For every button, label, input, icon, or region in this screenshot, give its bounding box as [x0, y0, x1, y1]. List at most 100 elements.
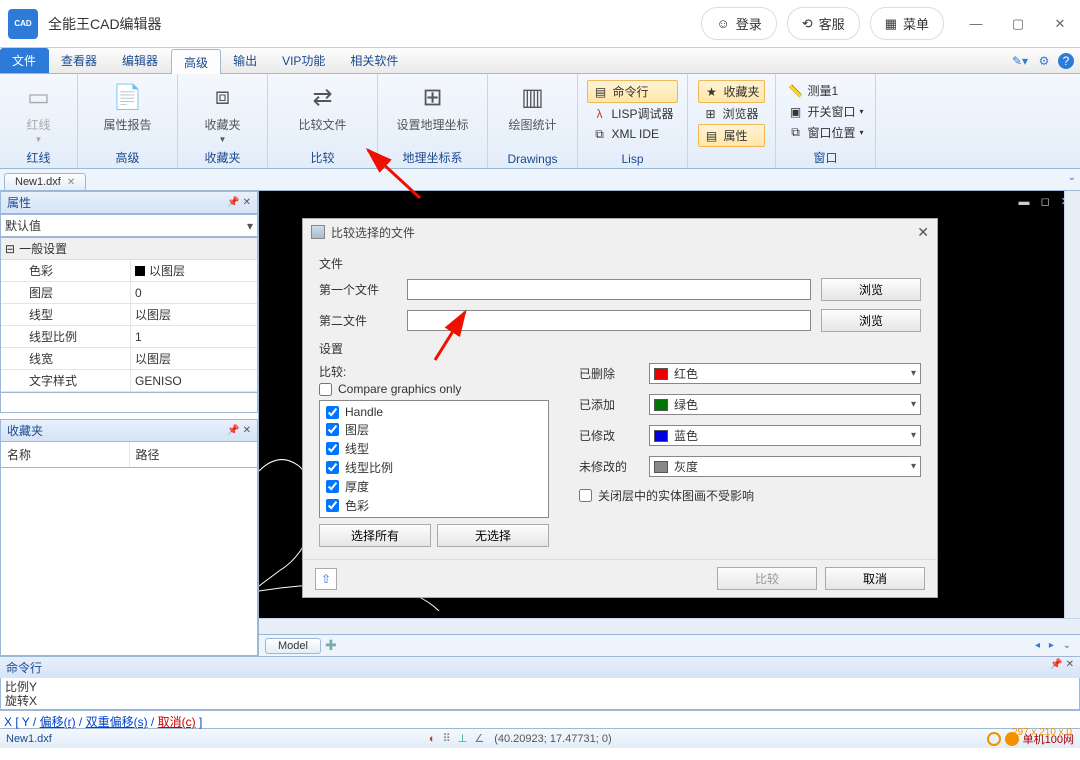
document-tab[interactable]: New1.dxf✕: [4, 173, 86, 190]
status-filename: New1.dxf: [6, 733, 52, 745]
props-icon: ▤: [703, 128, 719, 144]
close-button[interactable]: ✕: [1048, 16, 1072, 32]
chk-handle[interactable]: Handle: [326, 405, 542, 419]
prop-row-lineweight[interactable]: 线宽以图层: [1, 348, 257, 370]
help-icon[interactable]: ?: [1058, 53, 1074, 69]
add-layout-icon[interactable]: ✚: [325, 637, 337, 654]
model-tab[interactable]: Model: [265, 638, 321, 654]
prop-row-color[interactable]: 色彩以图层: [1, 260, 257, 282]
ribbon-window-pos[interactable]: ⧉窗口位置▾: [783, 122, 867, 143]
favorites-header: 收藏夹📌 ✕: [0, 419, 258, 442]
ribbon-geo-coords[interactable]: ⊞设置地理坐标: [395, 78, 471, 135]
command-input[interactable]: X [ Y / 偏移(r) / 双重偏移(s) / 取消(c) ]: [0, 710, 1080, 728]
ribbon-attr-report[interactable]: 📄属性报告: [90, 78, 166, 135]
ribbon-browser[interactable]: ⊞浏览器: [698, 103, 764, 124]
cancel-button[interactable]: 取消: [825, 567, 925, 590]
added-color-select[interactable]: 绿色▾: [649, 394, 921, 415]
ribbon-props[interactable]: ▤属性: [698, 124, 764, 147]
ribbon-draw-stats[interactable]: ▥绘图统计: [495, 78, 571, 135]
status-icons[interactable]: ◐ ⠿ ⊥ ∠: [427, 732, 486, 745]
prop-row-linescale[interactable]: 线型比例1: [1, 326, 257, 348]
modified-color-select[interactable]: 蓝色▾: [649, 425, 921, 446]
file2-input[interactable]: [407, 310, 811, 331]
prop-group[interactable]: ⊟一般设置: [1, 238, 257, 260]
support-button[interactable]: ⟲客服: [787, 7, 860, 40]
ribbon-group-label: 红线: [2, 147, 75, 168]
compare-graphics-checkbox[interactable]: Compare graphics only: [319, 382, 549, 396]
dialog-close-icon[interactable]: ✕: [917, 224, 929, 241]
chk-linetype[interactable]: 线型: [326, 440, 542, 457]
menu-advanced[interactable]: 高级: [171, 49, 221, 74]
chk-lineweight[interactable]: 线宽: [326, 516, 542, 518]
maximize-button[interactable]: ▢: [1006, 16, 1030, 32]
dialog-icon: [311, 225, 325, 239]
ribbon-group-label: 收藏夹: [180, 147, 265, 168]
collapse-icon: ⊟: [5, 242, 15, 256]
ribbon-group-label: [690, 164, 773, 168]
login-button[interactable]: ☺登录: [701, 7, 776, 40]
prop-row-layer[interactable]: 图层0: [1, 282, 257, 304]
compare-button[interactable]: 比较: [717, 567, 817, 590]
pin-icon[interactable]: 📌 ✕: [227, 197, 251, 208]
menu-viewer[interactable]: 查看器: [49, 48, 110, 73]
window-icon: ▣: [787, 104, 803, 120]
ribbon-xml-ide[interactable]: ⧉XML IDE: [587, 124, 677, 144]
ribbon-compare-files[interactable]: ⇄比较文件: [285, 78, 361, 135]
select-none-button[interactable]: 无选择: [437, 524, 549, 547]
deleted-color-select[interactable]: 红色▾: [649, 363, 921, 384]
fav-col-name[interactable]: 名称: [1, 442, 130, 467]
deleted-label: 已删除: [579, 365, 639, 382]
scrollbar-horizontal[interactable]: [259, 618, 1080, 634]
ribbon-measure[interactable]: 📏测量1: [783, 80, 867, 101]
user-icon: ☺: [716, 16, 729, 31]
status-bar: New1.dxf ◐ ⠿ ⊥ ∠ (40.20923; 17.47731; 0)…: [0, 728, 1080, 748]
compare-fields-list[interactable]: Handle 图层 线型 线型比例 厚度 色彩 线宽: [319, 400, 549, 518]
prop-row-linetype[interactable]: 线型以图层: [1, 304, 257, 326]
menu-related[interactable]: 相关软件: [338, 48, 411, 73]
pin-icon[interactable]: 📌 ✕: [227, 425, 251, 436]
browse2-button[interactable]: 浏览: [821, 309, 921, 332]
chk-layer[interactable]: 图层: [326, 421, 542, 438]
ribbon-redline[interactable]: ▭红线▼: [1, 78, 77, 146]
favorites-body: [0, 468, 258, 656]
xml-icon: ⧉: [591, 126, 607, 142]
menu-button[interactable]: ▦菜单: [870, 7, 944, 40]
ribbon-toggle-window[interactable]: ▣开关窗口▾: [783, 101, 867, 122]
chevron-down-icon: ▾: [911, 399, 916, 410]
menu-file[interactable]: 文件: [0, 48, 49, 73]
ribbon-group-label: 高级: [80, 147, 175, 168]
minimize-button[interactable]: —: [964, 16, 988, 32]
tabs-chevron-icon[interactable]: ⌄: [1068, 172, 1076, 183]
properties-default-combo[interactable]: 默认值▾: [0, 214, 258, 237]
close-tab-icon[interactable]: ✕: [67, 177, 75, 188]
chk-linescale[interactable]: 线型比例: [326, 459, 542, 476]
browse1-button[interactable]: 浏览: [821, 278, 921, 301]
unchanged-color-select[interactable]: 灰度▾: [649, 456, 921, 477]
ribbon-favorites[interactable]: ⧈收藏夹▼: [185, 78, 261, 146]
document-tabs: New1.dxf✕ ⌄: [0, 169, 1080, 191]
up-arrow-button[interactable]: ⇧: [315, 568, 337, 590]
pin-icon[interactable]: 📌 ✕: [1050, 659, 1074, 676]
ribbon-fav-small[interactable]: ★收藏夹: [698, 80, 764, 103]
page-icon: ▭: [22, 80, 56, 114]
edit-icon[interactable]: ✎▾: [1010, 52, 1030, 70]
scrollbar-vertical[interactable]: [1064, 191, 1080, 618]
menu-vip[interactable]: VIP功能: [270, 48, 338, 73]
fav-col-path[interactable]: 路径: [130, 442, 258, 467]
menu-output[interactable]: 输出: [221, 48, 270, 73]
prop-row-textstyle[interactable]: 文字样式GENISO: [1, 370, 257, 392]
star-icon: ★: [703, 84, 719, 100]
select-all-button[interactable]: 选择所有: [319, 524, 431, 547]
settings-section-label: 设置: [319, 340, 921, 357]
menu-editor[interactable]: 编辑器: [110, 48, 171, 73]
chk-thickness[interactable]: 厚度: [326, 478, 542, 495]
dialog-titlebar[interactable]: 比较选择的文件 ✕: [303, 219, 937, 245]
file1-input[interactable]: [407, 279, 811, 300]
tab-nav-icons[interactable]: ◂ ▸ ⌄: [1035, 640, 1074, 651]
closed-layer-checkbox[interactable]: 关闭层中的实体图画不受影响: [579, 487, 921, 504]
chk-color[interactable]: 色彩: [326, 497, 542, 514]
settings-icon[interactable]: ⚙: [1034, 52, 1054, 70]
ribbon-cmdline[interactable]: ▤命令行: [587, 80, 677, 103]
app-logo: CAD: [8, 9, 38, 39]
ribbon-lisp-debug[interactable]: λLISP调试器: [587, 103, 677, 124]
